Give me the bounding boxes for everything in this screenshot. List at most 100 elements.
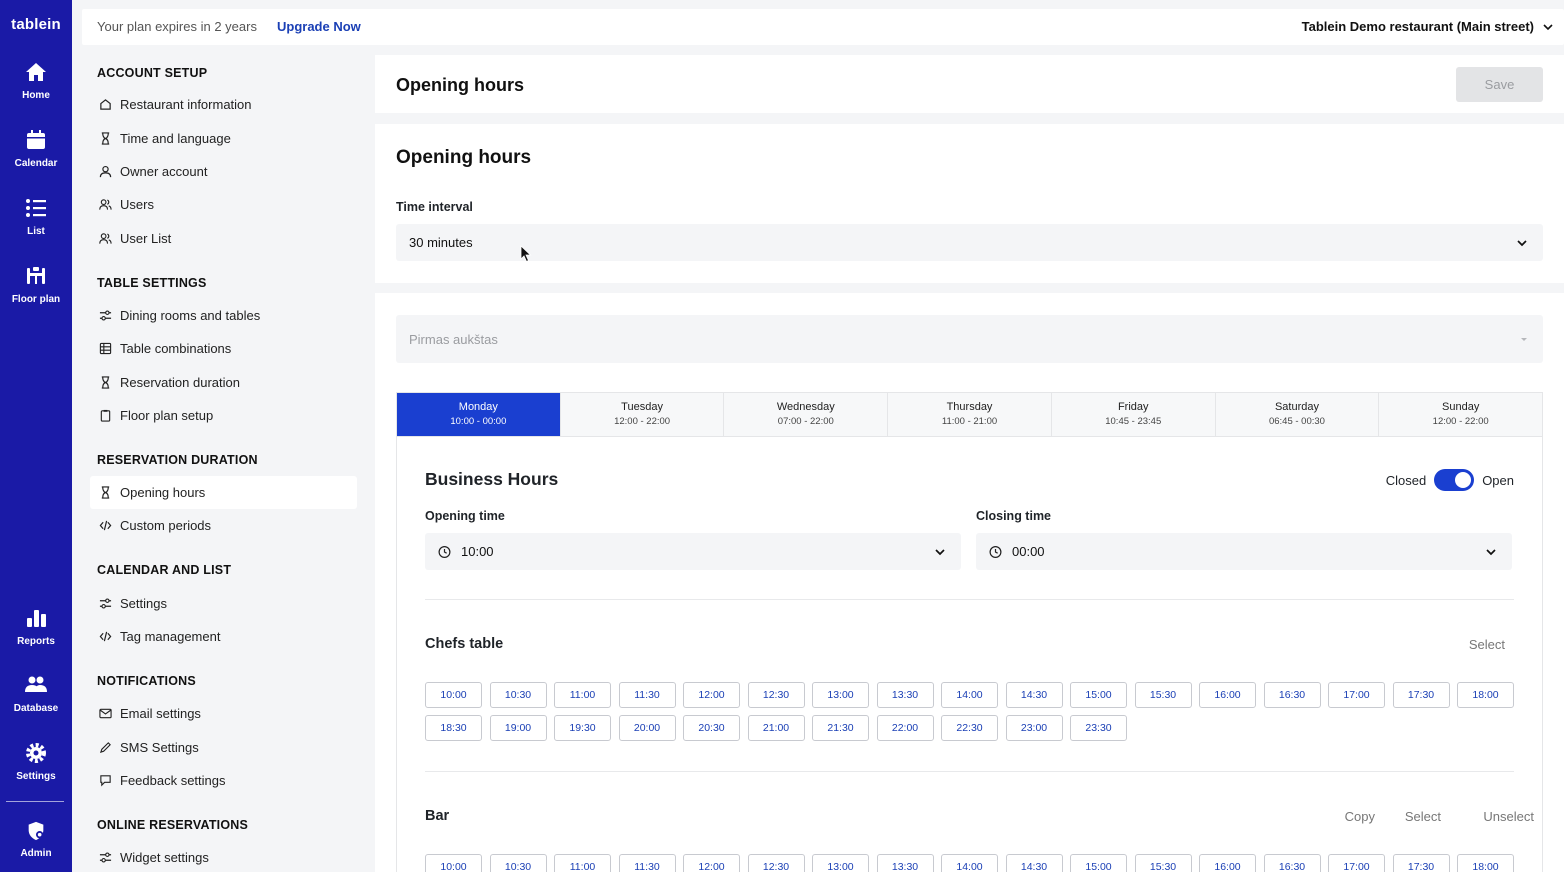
time-slot-button[interactable]: 13:30 bbox=[876, 854, 934, 872]
time-slot-button[interactable]: 10:30 bbox=[489, 854, 547, 872]
sidebar-item-user-list[interactable]: User List bbox=[90, 222, 357, 255]
sidebar-item-widget-settings[interactable]: Widget settings bbox=[90, 841, 357, 872]
rail-item-calendar[interactable]: Calendar bbox=[0, 128, 72, 169]
time-slot-button[interactable]: 13:00 bbox=[812, 854, 869, 872]
sidebar-item-users[interactable]: Users bbox=[90, 188, 357, 221]
time-slot-button[interactable]: 19:00 bbox=[489, 715, 547, 741]
time-slot-button[interactable]: 21:00 bbox=[747, 715, 805, 741]
section-title: Opening hours bbox=[396, 147, 532, 168]
time-slot-button[interactable]: 12:30 bbox=[747, 854, 805, 872]
sidebar-item-table-combinations[interactable]: Table combinations bbox=[90, 332, 357, 365]
rail-item-floor-plan[interactable]: Floor plan bbox=[0, 264, 72, 305]
tab-friday[interactable]: Friday 10:45 - 23:45 bbox=[1051, 393, 1216, 436]
tab-monday[interactable]: Monday 10:00 - 00:00 bbox=[397, 393, 561, 436]
rail-item-reports[interactable]: Reports bbox=[0, 606, 72, 647]
time-slot-button[interactable]: 12:30 bbox=[747, 682, 805, 708]
section-table-settings: TABLE SETTINGS bbox=[97, 276, 207, 290]
copy-button[interactable]: Copy bbox=[1345, 809, 1375, 824]
sidebar-item-floor-plan-setup[interactable]: Floor plan setup bbox=[90, 399, 357, 432]
time-slot-button[interactable]: 11:00 bbox=[554, 854, 611, 872]
time-slot-button[interactable]: 18:30 bbox=[425, 715, 482, 741]
sidebar-item-custom-periods[interactable]: Custom periods bbox=[90, 509, 357, 542]
time-slot-button[interactable]: 16:00 bbox=[1199, 854, 1256, 872]
time-slot-button[interactable]: 16:00 bbox=[1199, 682, 1256, 708]
time-slot-button[interactable]: 23:00 bbox=[1005, 715, 1063, 741]
sidebar-item-tag-management[interactable]: Tag management bbox=[90, 620, 357, 653]
sidebar-item-settings[interactable]: Settings bbox=[90, 587, 357, 620]
unselect-all-button[interactable]: Unselect bbox=[1483, 809, 1534, 824]
time-slot-button[interactable]: 22:30 bbox=[941, 715, 998, 741]
app-logo[interactable]: tablein bbox=[0, 16, 72, 33]
time-slot-button[interactable]: 15:00 bbox=[1070, 854, 1127, 872]
time-slot-button[interactable]: 18:00 bbox=[1457, 682, 1514, 708]
rail-item-home[interactable]: Home bbox=[0, 60, 72, 101]
rail-item-database[interactable]: Database bbox=[0, 673, 72, 714]
top-bar: Your plan expires in 2 years Upgrade Now… bbox=[82, 9, 1564, 45]
time-slot-button[interactable]: 10:00 bbox=[425, 682, 482, 708]
save-button[interactable]: Save bbox=[1456, 67, 1543, 102]
time-slot-button[interactable]: 16:30 bbox=[1263, 854, 1321, 872]
sidebar-item-dining-rooms-and-tables[interactable]: Dining rooms and tables bbox=[90, 299, 357, 332]
time-slot-button[interactable]: 10:30 bbox=[489, 682, 547, 708]
upgrade-link[interactable]: Upgrade Now bbox=[277, 19, 361, 34]
time-slot-button[interactable]: 11:00 bbox=[554, 682, 611, 708]
time-slot-button[interactable]: 11:30 bbox=[618, 682, 676, 708]
time-slot-button[interactable]: 12:00 bbox=[683, 682, 740, 708]
tab-wednesday[interactable]: Wednesday 07:00 - 22:00 bbox=[724, 393, 889, 436]
time-slot-button[interactable]: 14:00 bbox=[941, 682, 998, 708]
time-slot-button[interactable]: 22:00 bbox=[876, 715, 934, 741]
sidebar-item-email-settings[interactable]: Email settings bbox=[90, 697, 357, 730]
time-slot-button[interactable]: 11:30 bbox=[618, 854, 676, 872]
user-icon bbox=[99, 165, 112, 178]
time-slot-button[interactable]: 15:00 bbox=[1070, 682, 1127, 708]
sidebar-item-reservation-duration[interactable]: Reservation duration bbox=[90, 366, 357, 399]
rail-item-list[interactable]: List bbox=[0, 196, 72, 237]
sidebar-item-sms-settings[interactable]: SMS Settings bbox=[90, 731, 357, 764]
time-slot-button[interactable]: 14:30 bbox=[1005, 854, 1063, 872]
clock-icon bbox=[989, 545, 1002, 558]
time-slot-button[interactable]: 15:30 bbox=[1134, 854, 1192, 872]
time-interval-select[interactable]: 30 minutes bbox=[396, 224, 1543, 261]
rail-item-settings[interactable]: Settings bbox=[0, 741, 72, 782]
time-slot-button[interactable]: 20:00 bbox=[618, 715, 676, 741]
opening-time-select[interactable]: 10:00 bbox=[425, 533, 961, 570]
open-toggle[interactable] bbox=[1434, 469, 1475, 491]
time-slot-button[interactable]: 18:00 bbox=[1457, 854, 1514, 872]
time-slot-button[interactable]: 17:00 bbox=[1328, 854, 1385, 872]
closing-time-select[interactable]: 00:00 bbox=[976, 533, 1512, 570]
tab-sunday[interactable]: Sunday 12:00 - 22:00 bbox=[1379, 393, 1543, 436]
time-slot-button[interactable]: 14:30 bbox=[1005, 682, 1063, 708]
sidebar-item-label: Widget settings bbox=[120, 850, 209, 865]
time-slot-button[interactable]: 19:30 bbox=[554, 715, 611, 741]
restaurant-switcher[interactable]: Tablein Demo restaurant (Main street) bbox=[1302, 19, 1554, 34]
tab-saturday[interactable]: Saturday 06:45 - 00:30 bbox=[1215, 393, 1380, 436]
day-hours: 12:00 - 22:00 bbox=[1432, 416, 1489, 427]
sidebar-item-opening-hours[interactable]: Opening hours bbox=[90, 476, 357, 509]
time-slot-button[interactable]: 10:00 bbox=[425, 854, 482, 872]
rail-item-admin[interactable]: Admin bbox=[0, 820, 72, 859]
time-slot-button[interactable]: 17:30 bbox=[1392, 682, 1450, 708]
time-slot-button[interactable]: 20:30 bbox=[683, 715, 740, 741]
page-header: Opening hours Save bbox=[375, 55, 1564, 113]
sidebar-item-time-and-language[interactable]: Time and language bbox=[90, 122, 357, 155]
time-slot-button[interactable]: 14:00 bbox=[941, 854, 998, 872]
time-slot-button[interactable]: 17:00 bbox=[1328, 682, 1385, 708]
day-name: Saturday bbox=[1274, 401, 1319, 413]
time-slot-button[interactable]: 17:30 bbox=[1392, 854, 1450, 872]
tab-thursday[interactable]: Thursday 11:00 - 21:00 bbox=[888, 393, 1052, 436]
select-all-button[interactable]: Select bbox=[1405, 809, 1441, 824]
time-slot-button[interactable]: 12:00 bbox=[683, 854, 740, 872]
floor-select[interactable]: Pirmas aukštas bbox=[396, 315, 1543, 363]
time-slot-button[interactable]: 15:30 bbox=[1134, 682, 1192, 708]
sidebar-item-feedback-settings[interactable]: Feedback settings bbox=[90, 764, 357, 797]
time-slot-button[interactable]: 13:00 bbox=[812, 682, 869, 708]
time-slot-button[interactable]: 16:30 bbox=[1263, 682, 1321, 708]
sidebar-item-restaurant-information[interactable]: Restaurant information bbox=[90, 88, 357, 121]
tab-tuesday[interactable]: Tuesday 12:00 - 22:00 bbox=[560, 393, 725, 436]
business-hours-title: Business Hours bbox=[425, 469, 559, 489]
time-slot-button[interactable]: 21:30 bbox=[812, 715, 869, 741]
sidebar-item-owner-account[interactable]: Owner account bbox=[90, 155, 357, 188]
time-slot-button[interactable]: 13:30 bbox=[876, 682, 934, 708]
time-slot-button[interactable]: 23:30 bbox=[1070, 715, 1127, 741]
select-all-button[interactable]: Select bbox=[1469, 637, 1505, 652]
